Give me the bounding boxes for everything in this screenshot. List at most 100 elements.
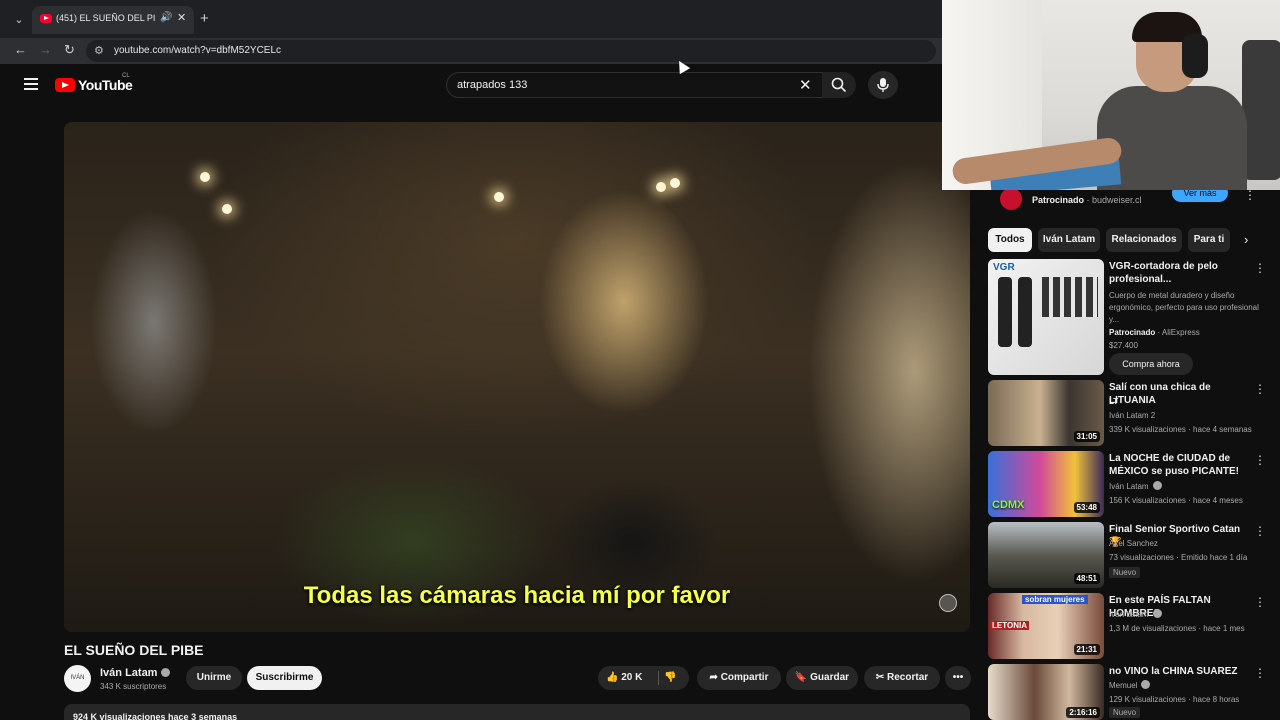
search-button[interactable]	[822, 72, 856, 98]
video-duration: 21:31	[1073, 644, 1100, 655]
like-button[interactable]: 👍 20 K	[606, 666, 654, 690]
like-dislike-group: 👍 20 K 👎	[598, 666, 689, 690]
list-item[interactable]: 2:16:16 no VINO la CHINA SUAREZ Memuel 1…	[988, 664, 1266, 720]
shop-now-button[interactable]: Compra ahora	[1109, 353, 1193, 375]
chip-ivan-latam[interactable]: Iván Latam	[1038, 228, 1100, 252]
save-label: Guardar	[810, 672, 850, 683]
voice-search-button[interactable]	[868, 71, 898, 99]
channel-name: Iván Latam	[1109, 480, 1259, 494]
product-image	[998, 277, 1012, 347]
speaker-icon[interactable]: 🔊	[160, 12, 172, 23]
list-item[interactable]: CDMX 53:48 La NOCHE de CIUDAD de MÉXICO …	[988, 451, 1266, 519]
list-item[interactable]: sobran mujeres LETONIA 21:31 En este PAÍ…	[988, 593, 1266, 661]
country-code: CL	[122, 73, 130, 79]
new-tab-icon[interactable]: +	[200, 10, 209, 27]
share-button[interactable]: ➦ Compartir	[697, 666, 781, 690]
description-box[interactable]: 924 K visualizaciones hace 3 semanas	[64, 704, 970, 720]
video-title: EL SUEÑO DEL PIBE	[64, 642, 204, 658]
background-light	[494, 192, 504, 202]
youtube-play-icon	[55, 78, 75, 92]
video-duration: 53:48	[1073, 502, 1100, 513]
sponsored-ad[interactable]: Patrocinado · budweiser.cl Ver más ⋮	[988, 184, 1264, 214]
background-light	[200, 172, 210, 182]
clear-search-icon[interactable]: ✕	[799, 76, 812, 94]
tab-list-icon[interactable]: ⌄	[10, 11, 28, 29]
chip-for-you[interactable]: Para ti	[1188, 228, 1230, 252]
channel-avatar[interactable]: IVÁN	[64, 665, 91, 692]
video-meta: 339 K visualizaciones · hace 4 semanas	[1109, 425, 1252, 434]
background-light	[670, 178, 680, 188]
views-date: 924 K visualizaciones hace 3 semanas	[73, 712, 238, 720]
thumbnail[interactable]: sobran mujeres LETONIA 21:31	[988, 593, 1104, 659]
scissors-icon: ✂	[875, 672, 885, 683]
thumbnail[interactable]: 48:51	[988, 522, 1104, 588]
chevron-right-icon[interactable]: ›	[1244, 232, 1248, 247]
share-icon: ➦	[709, 672, 718, 683]
thumbnail[interactable]: VGR	[988, 259, 1104, 375]
kebab-menu-icon[interactable]: ⋮	[1254, 524, 1266, 538]
filter-chips: Todos Iván Latam Relacionados Para ti ›	[988, 228, 1264, 252]
channel-name-text: Iván Latam	[1109, 610, 1149, 619]
list-item[interactable]: 31:05 Salí con una chica de LITUANIA LT …	[988, 380, 1266, 448]
video-player[interactable]: Todas las cámaras hacia mí por favor	[64, 122, 970, 632]
logo-text: YouTube	[78, 77, 133, 93]
channel-watermark-icon[interactable]	[939, 594, 957, 612]
video-subtitle: Todas las cámaras hacia mí por favor	[303, 582, 731, 609]
menu-icon[interactable]	[24, 78, 38, 90]
thumbnail-text: VGR	[993, 262, 1015, 273]
channel-name: Memuel	[1109, 679, 1259, 693]
save-button[interactable]: 🔖 Guardar	[786, 666, 858, 690]
subscribe-button[interactable]: Suscribirme	[247, 666, 322, 690]
product-image	[1018, 277, 1032, 347]
kebab-menu-icon[interactable]: ⋮	[1254, 595, 1266, 609]
channel-name-text: Iván Latam	[1109, 482, 1149, 491]
background-light	[222, 204, 232, 214]
list-item[interactable]: VGR VGR-cortadora de pelo profesional...…	[988, 259, 1266, 377]
url-field[interactable]: ⚙ youtube.com/watch?v=dbfM52YCELc	[86, 40, 936, 62]
store-name: AliExpress	[1161, 328, 1200, 337]
video-meta: 156 K visualizaciones · hace 4 meses	[1109, 496, 1243, 505]
chip-all[interactable]: Todos	[988, 228, 1032, 252]
video-title: La NOCHE de CIUDAD de MÉXICO se puso PIC…	[1109, 453, 1240, 477]
browser-tab[interactable]: (451) EL SUEÑO DEL PIBE - 🔊 ✕	[32, 6, 194, 34]
kebab-menu-icon[interactable]: ⋮	[1244, 188, 1256, 202]
thumbs-down-icon: 👎	[664, 672, 677, 683]
reload-icon[interactable]: ↻	[64, 42, 75, 58]
youtube-header: YouTube CL atrapados 133 ✕	[0, 64, 942, 108]
url-text: youtube.com/watch?v=dbfM52YCELc	[114, 45, 282, 56]
video-duration: 48:51	[1073, 573, 1100, 584]
search-input[interactable]: atrapados 133 ✕	[446, 72, 824, 98]
kebab-menu-icon[interactable]: ⋮	[1254, 261, 1266, 275]
price: $27.400	[1109, 341, 1138, 350]
kebab-menu-icon[interactable]: ⋮	[1254, 382, 1266, 396]
kebab-menu-icon[interactable]: ⋮	[1254, 453, 1266, 467]
verified-icon	[1152, 481, 1162, 490]
channel-name[interactable]: Iván Latam	[100, 667, 171, 679]
webcam-overlay	[942, 0, 1280, 190]
thumbnail[interactable]: 31:05	[988, 380, 1104, 446]
thumbnail-text: CDMX	[992, 499, 1025, 511]
subscriber-count: 343 K suscriptores	[100, 682, 167, 691]
sponsor-label: Patrocinado	[1109, 328, 1156, 337]
site-settings-icon[interactable]: ⚙	[94, 44, 104, 57]
more-actions-button[interactable]: •••	[945, 666, 971, 690]
back-icon[interactable]: ←	[14, 42, 27, 57]
join-button[interactable]: Unirme	[186, 666, 242, 690]
clip-button[interactable]: ✂ Recortar	[864, 666, 940, 690]
product-image	[1042, 277, 1098, 317]
verified-icon	[1152, 609, 1162, 618]
thumbnail[interactable]: CDMX 53:48	[988, 451, 1104, 517]
channel-name: Axel Sanchez	[1109, 539, 1158, 548]
ad-domain: budweiser.cl	[1092, 195, 1142, 205]
forward-icon[interactable]: →	[39, 42, 52, 57]
dislike-button[interactable]: 👎	[664, 666, 676, 690]
bookmark-icon: 🔖	[794, 672, 808, 683]
microphone-icon	[877, 78, 889, 92]
video-title: VGR-cortadora de pelo profesional...	[1109, 261, 1218, 285]
list-item[interactable]: 48:51 Final Senior Sportivo Catan 🏆 Axel…	[988, 522, 1266, 590]
kebab-menu-icon[interactable]: ⋮	[1254, 666, 1266, 680]
youtube-favicon-icon	[40, 14, 52, 23]
chip-related[interactable]: Relacionados	[1106, 228, 1182, 252]
thumbnail[interactable]: 2:16:16	[988, 664, 1104, 720]
close-tab-icon[interactable]: ✕	[177, 11, 186, 24]
